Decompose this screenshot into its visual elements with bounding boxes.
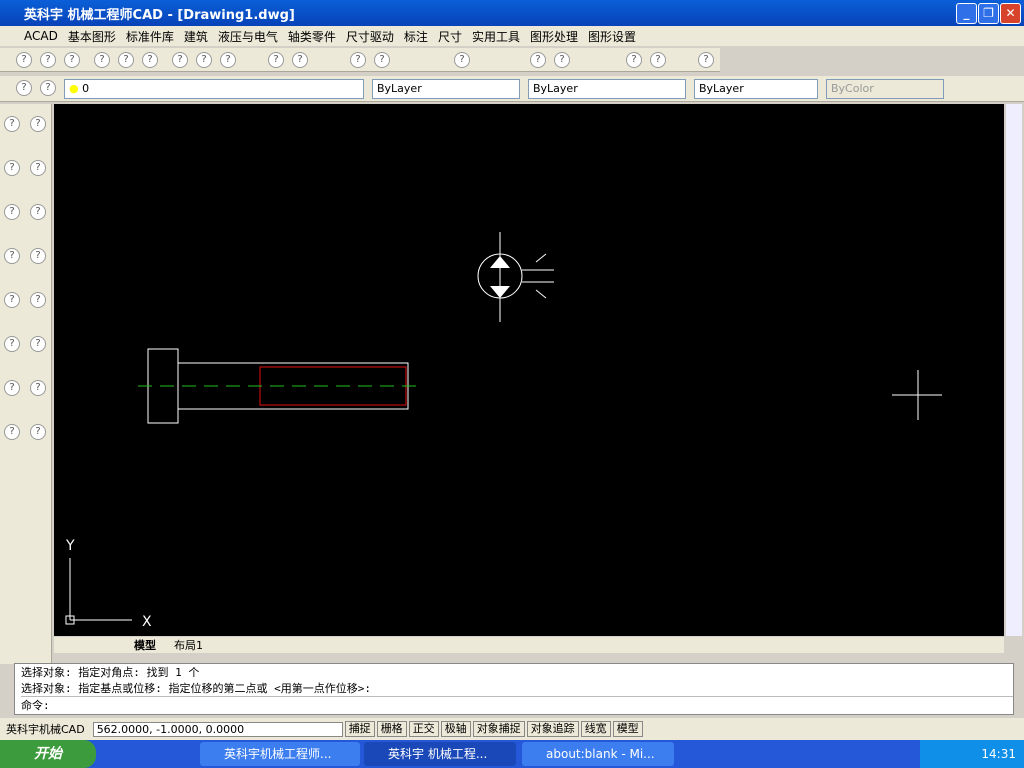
status-app-name: 英科宇机械CAD	[6, 723, 85, 736]
layout-tabs: 模型 布局1	[54, 637, 1004, 653]
menu-graphics-processing[interactable]: 图形处理	[530, 28, 578, 45]
toolbar-icon[interactable]: ?	[172, 52, 188, 68]
toolbar-icon[interactable]: ?	[16, 52, 32, 68]
toolbar-icon[interactable]: ?	[118, 52, 134, 68]
layer-manager-icon[interactable]: ?	[16, 80, 32, 96]
menu-acad[interactable]: ACAD	[24, 29, 58, 43]
grid-toggle[interactable]: 栅格	[376, 721, 407, 737]
lineweight-select[interactable]: ByLayer	[694, 79, 818, 99]
osnap-toggle[interactable]: 对象捕捉	[472, 721, 525, 737]
current-layer-name: 0	[82, 82, 90, 95]
drawing-canvas[interactable]: Y X	[54, 104, 1004, 636]
tool-icon[interactable]: ?	[4, 248, 20, 264]
tool-icon[interactable]: ?	[4, 336, 20, 352]
menu-annotate[interactable]: 标注	[404, 28, 428, 45]
toolbar-icon[interactable]: ?	[196, 52, 212, 68]
toolbar-icon[interactable]: ?	[454, 52, 470, 68]
taskbar-item-folder[interactable]: 英科宇机械工程师...	[200, 742, 360, 766]
title-bar: 英科宇 机械工程师CAD - [Drawing1.dwg] _ ❐ ✕	[0, 0, 1024, 26]
toolbar-icon[interactable]: ?	[698, 52, 714, 68]
plotstyle-select: ByColor	[826, 79, 944, 99]
toolbar-icon[interactable]: ?	[554, 52, 570, 68]
tool-icon[interactable]: ?	[30, 292, 46, 308]
toolbar-icon[interactable]: ?	[64, 52, 80, 68]
menu-hydraulic-electric[interactable]: 液压与电气	[218, 28, 278, 45]
ucs-y-label: Y	[65, 538, 75, 554]
toolbar-icon[interactable]: ?	[374, 52, 390, 68]
command-window[interactable]: 选择对象: 指定对角点: 找到 1 个 选择对象: 指定基点或位移: 指定位移的…	[14, 663, 1014, 715]
model-toggle[interactable]: 模型	[612, 721, 643, 737]
close-button[interactable]: ✕	[1000, 3, 1021, 24]
left-toolbars: ? ? ? ? ? ? ? ? ? ? ? ? ? ? ? ?	[0, 104, 52, 664]
drawing-svg: Y X	[65, 232, 942, 630]
command-history-line: 选择对象: 指定对角点: 找到 1 个	[21, 666, 200, 679]
tool-icon[interactable]: ?	[4, 380, 20, 396]
menu-standard-parts[interactable]: 标准件库	[126, 28, 174, 45]
tool-icon[interactable]: ?	[30, 424, 46, 440]
tool-icon[interactable]: ?	[4, 292, 20, 308]
system-tray: 14:31	[920, 740, 1024, 768]
menu-graphics-settings[interactable]: 图形设置	[588, 28, 636, 45]
tool-icon[interactable]: ?	[4, 116, 20, 132]
lightbulb-icon: ●	[69, 82, 79, 95]
command-prompt[interactable]: 命令:	[21, 696, 1013, 713]
tool-icon[interactable]: ?	[4, 424, 20, 440]
tool-icon[interactable]: ?	[30, 160, 46, 176]
hydraulic-symbol	[477, 232, 554, 322]
window-title: 英科宇 机械工程师CAD - [Drawing1.dwg]	[24, 7, 295, 23]
menu-dimension[interactable]: 尺寸	[438, 28, 462, 45]
toolbar-icon[interactable]: ?	[40, 52, 56, 68]
clock: 14:31	[981, 747, 1016, 761]
vertical-scrollbar[interactable]	[1006, 104, 1022, 636]
crosshair-cursor	[892, 370, 942, 420]
ucs-icon	[65, 558, 132, 625]
tool-icon[interactable]: ?	[30, 204, 46, 220]
tool-icon[interactable]: ?	[4, 160, 20, 176]
layer-state-icon[interactable]: ?	[40, 80, 56, 96]
snap-toggle[interactable]: 捕捉	[344, 721, 375, 737]
toolbar-icon[interactable]: ?	[530, 52, 546, 68]
menu-architecture[interactable]: 建筑	[184, 28, 208, 45]
tab-layout1[interactable]: 布局1	[174, 637, 203, 653]
toolbar-icon[interactable]: ?	[292, 52, 308, 68]
toolbar-icon[interactable]: ?	[268, 52, 284, 68]
command-history-line: 选择对象: 指定基点或位移: 指定位移的第二点或 <用第一点作位移>:	[21, 682, 371, 695]
otrack-toggle[interactable]: 对象追踪	[526, 721, 579, 737]
toolbar-icon[interactable]: ?	[142, 52, 158, 68]
taskbar-item-browser[interactable]: about:blank - Mi...	[522, 742, 674, 766]
toolbar-icon[interactable]: ?	[220, 52, 236, 68]
menu-basic-shapes[interactable]: 基本图形	[68, 28, 116, 45]
tool-icon[interactable]: ?	[30, 248, 46, 264]
restore-button[interactable]: ❐	[978, 3, 999, 24]
toolbar-icon[interactable]: ?	[94, 52, 110, 68]
color-select[interactable]: ByLayer	[372, 79, 520, 99]
polar-toggle[interactable]: 极轴	[440, 721, 471, 737]
layer-select[interactable]: ● 0	[64, 79, 364, 99]
tab-model[interactable]: 模型	[134, 637, 156, 653]
minimize-button[interactable]: _	[956, 3, 977, 24]
toolbar-icon[interactable]: ?	[350, 52, 366, 68]
standard-toolbar: ? ? ? ? ? ? ? ? ? ? ? ? ? ? ? ? ? ? ?	[0, 48, 720, 72]
menu-utilities[interactable]: 实用工具	[472, 28, 520, 45]
menu-dimension-drive[interactable]: 尺寸驱动	[346, 28, 394, 45]
toolbar-icon[interactable]: ?	[650, 52, 666, 68]
coordinate-display: 562.0000, -1.0000, 0.0000	[92, 721, 343, 737]
tool-icon[interactable]: ?	[30, 116, 46, 132]
start-button[interactable]: 开始	[0, 740, 96, 768]
properties-toolbar: ? ? ● 0 ByLayer ByLayer ByLayer ByColor	[0, 76, 1024, 102]
status-bar: 英科宇机械CAD 562.0000, -1.0000, 0.0000 捕捉 栅格…	[0, 718, 1024, 740]
linetype-select[interactable]: ByLayer	[528, 79, 686, 99]
menu-shaft-parts[interactable]: 轴类零件	[288, 28, 336, 45]
taskbar: 开始 英科宇机械工程师... 英科宇 机械工程... about:blank -…	[0, 740, 1024, 768]
toolbar-icon[interactable]: ?	[626, 52, 642, 68]
menu-bar: ACAD 基本图形 标准件库 建筑 液压与电气 轴类零件 尺寸驱动 标注 尺寸 …	[0, 26, 1024, 46]
tool-icon[interactable]: ?	[30, 380, 46, 396]
ortho-toggle[interactable]: 正交	[408, 721, 439, 737]
tool-icon[interactable]: ?	[30, 336, 46, 352]
lineweight-toggle[interactable]: 线宽	[580, 721, 611, 737]
ucs-x-label: X	[142, 614, 152, 630]
tool-icon[interactable]: ?	[4, 204, 20, 220]
taskbar-item-cad[interactable]: 英科宇 机械工程...	[364, 742, 516, 766]
